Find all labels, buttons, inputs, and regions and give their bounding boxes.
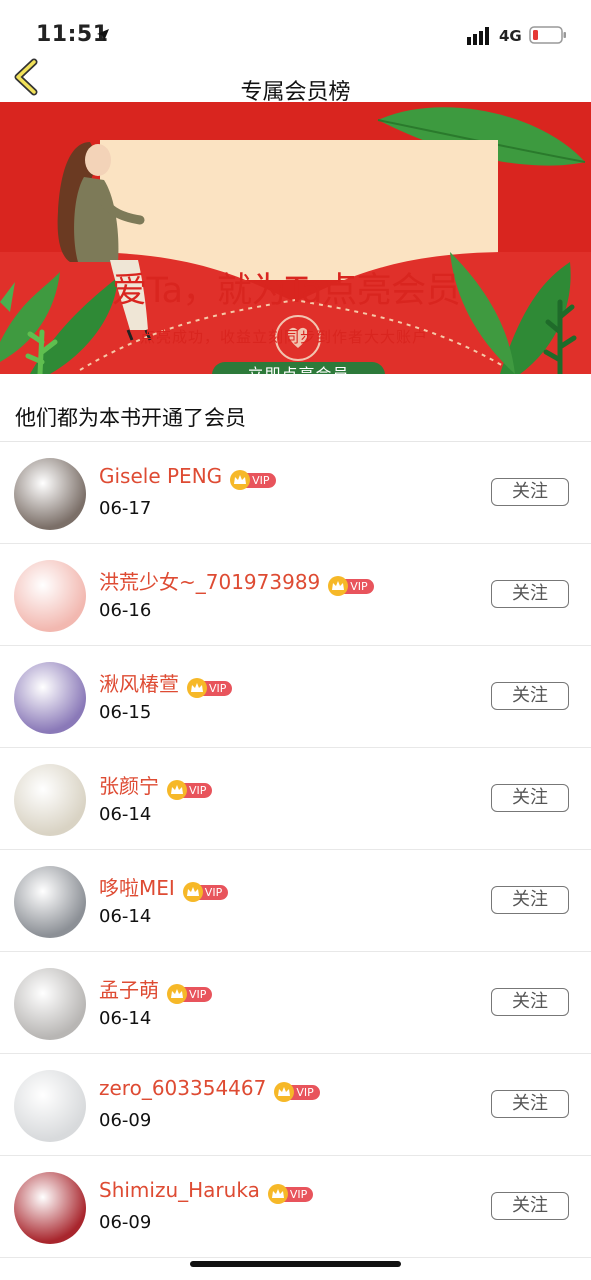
join-date: 06-16 bbox=[99, 600, 152, 621]
follow-button[interactable]: 关注 bbox=[491, 886, 569, 914]
avatar[interactable] bbox=[14, 866, 86, 938]
nav-bar: 专属会员榜 bbox=[0, 58, 591, 105]
crown-icon bbox=[167, 984, 187, 1004]
section-title: 他们都为本书开通了会员 bbox=[15, 406, 246, 430]
username-row: 洪荒少女~_701973989 VIP bbox=[99, 566, 374, 596]
crown-icon bbox=[167, 780, 187, 800]
username-row: zero_603354467 VIP bbox=[99, 1076, 320, 1102]
username-row: Shimizu_Haruka VIP bbox=[99, 1178, 314, 1204]
list-item[interactable]: Shimizu_Haruka VIP 06-09 关注 bbox=[0, 1156, 591, 1258]
crown-icon bbox=[182, 882, 203, 902]
vip-badge: VIP bbox=[182, 879, 229, 902]
list-item[interactable]: zero_603354467 VIP 06-09 关注 bbox=[0, 1054, 591, 1156]
join-date: 06-14 bbox=[99, 1008, 152, 1029]
username[interactable]: 哆啦MEI bbox=[99, 876, 175, 900]
member-list: Gisele PENG VIP 06-17 关注 洪荒少女~_701973989 V… bbox=[0, 442, 591, 1258]
crown-icon bbox=[187, 678, 207, 698]
avatar[interactable] bbox=[14, 560, 86, 632]
follow-button[interactable]: 关注 bbox=[491, 784, 569, 812]
join-date: 06-17 bbox=[99, 498, 152, 519]
vip-badge: VIP bbox=[274, 1079, 320, 1102]
username[interactable]: Shimizu_Haruka bbox=[99, 1178, 260, 1202]
list-item[interactable]: 湫风椿萱 VIP 06-15 关注 bbox=[0, 646, 591, 748]
join-date: 06-09 bbox=[99, 1110, 152, 1131]
home-indicator[interactable] bbox=[190, 1261, 401, 1267]
location-arrow-icon bbox=[97, 29, 109, 41]
username[interactable]: 湫风椿萱 bbox=[99, 672, 179, 696]
network-type: 4G bbox=[499, 27, 522, 45]
follow-button[interactable]: 关注 bbox=[491, 1192, 569, 1220]
vip-badge: VIP bbox=[230, 467, 276, 490]
vip-badge: VIP bbox=[328, 573, 374, 596]
username[interactable]: 张颜宁 bbox=[99, 774, 159, 798]
list-item[interactable]: 哆啦MEI VIP 06-14 关注 bbox=[0, 850, 591, 952]
username[interactable]: 孟子萌 bbox=[99, 978, 159, 1002]
avatar[interactable] bbox=[14, 662, 86, 734]
list-item[interactable]: 张颜宁 VIP 06-14 关注 bbox=[0, 748, 591, 850]
vip-badge: VIP bbox=[167, 777, 213, 800]
avatar[interactable] bbox=[14, 968, 86, 1040]
username-row: 孟子萌 VIP bbox=[99, 974, 213, 1004]
banner-subtitle: 点亮成功，收益立刻同步到作者大大账户 bbox=[140, 328, 429, 346]
follow-button[interactable]: 关注 bbox=[491, 478, 569, 506]
join-date: 06-15 bbox=[99, 702, 152, 723]
avatar[interactable] bbox=[14, 1172, 86, 1244]
join-date: 06-14 bbox=[99, 804, 152, 825]
username-row: 湫风椿萱 VIP bbox=[99, 668, 233, 698]
avatar[interactable] bbox=[14, 1070, 86, 1142]
light-up-member-button[interactable]: 立即点亮会员 bbox=[212, 362, 385, 374]
follow-button[interactable]: 关注 bbox=[491, 580, 569, 608]
list-item[interactable]: 孟子萌 VIP 06-14 关注 bbox=[0, 952, 591, 1054]
username-row: 哆啦MEI VIP bbox=[99, 872, 229, 902]
username[interactable]: Gisele PENG bbox=[99, 464, 222, 488]
crown-icon bbox=[267, 1184, 288, 1204]
avatar[interactable] bbox=[14, 764, 86, 836]
vip-badge: VIP bbox=[167, 981, 213, 1004]
follow-button[interactable]: 关注 bbox=[491, 682, 569, 710]
avatar[interactable] bbox=[14, 458, 86, 530]
battery-icon bbox=[529, 26, 566, 44]
follow-button[interactable]: 关注 bbox=[491, 1090, 569, 1118]
list-item[interactable]: 洪荒少女~_701973989 VIP 06-16 关注 bbox=[0, 544, 591, 646]
join-date: 06-09 bbox=[99, 1212, 152, 1233]
promo-banner[interactable]: 爱Ta，就为Ta点亮会员 点亮成功，收益立刻同步到作者大大账户 立即点亮会员 bbox=[0, 102, 591, 374]
username[interactable]: zero_603354467 bbox=[99, 1076, 266, 1100]
username-row: 张颜宁 VIP bbox=[99, 770, 213, 800]
list-item[interactable]: Gisele PENG VIP 06-17 关注 bbox=[0, 442, 591, 544]
join-date: 06-14 bbox=[99, 906, 152, 927]
follow-button[interactable]: 关注 bbox=[491, 988, 569, 1016]
status-bar: 11:51 4G bbox=[0, 0, 591, 62]
signal-icon bbox=[467, 27, 489, 45]
banner-headline: 爱Ta，就为Ta点亮会员 bbox=[112, 271, 461, 311]
username-row: Gisele PENG VIP bbox=[99, 464, 276, 490]
vip-badge: VIP bbox=[187, 675, 233, 698]
vip-badge: VIP bbox=[267, 1181, 314, 1204]
username[interactable]: 洪荒少女~_701973989 bbox=[99, 570, 320, 594]
